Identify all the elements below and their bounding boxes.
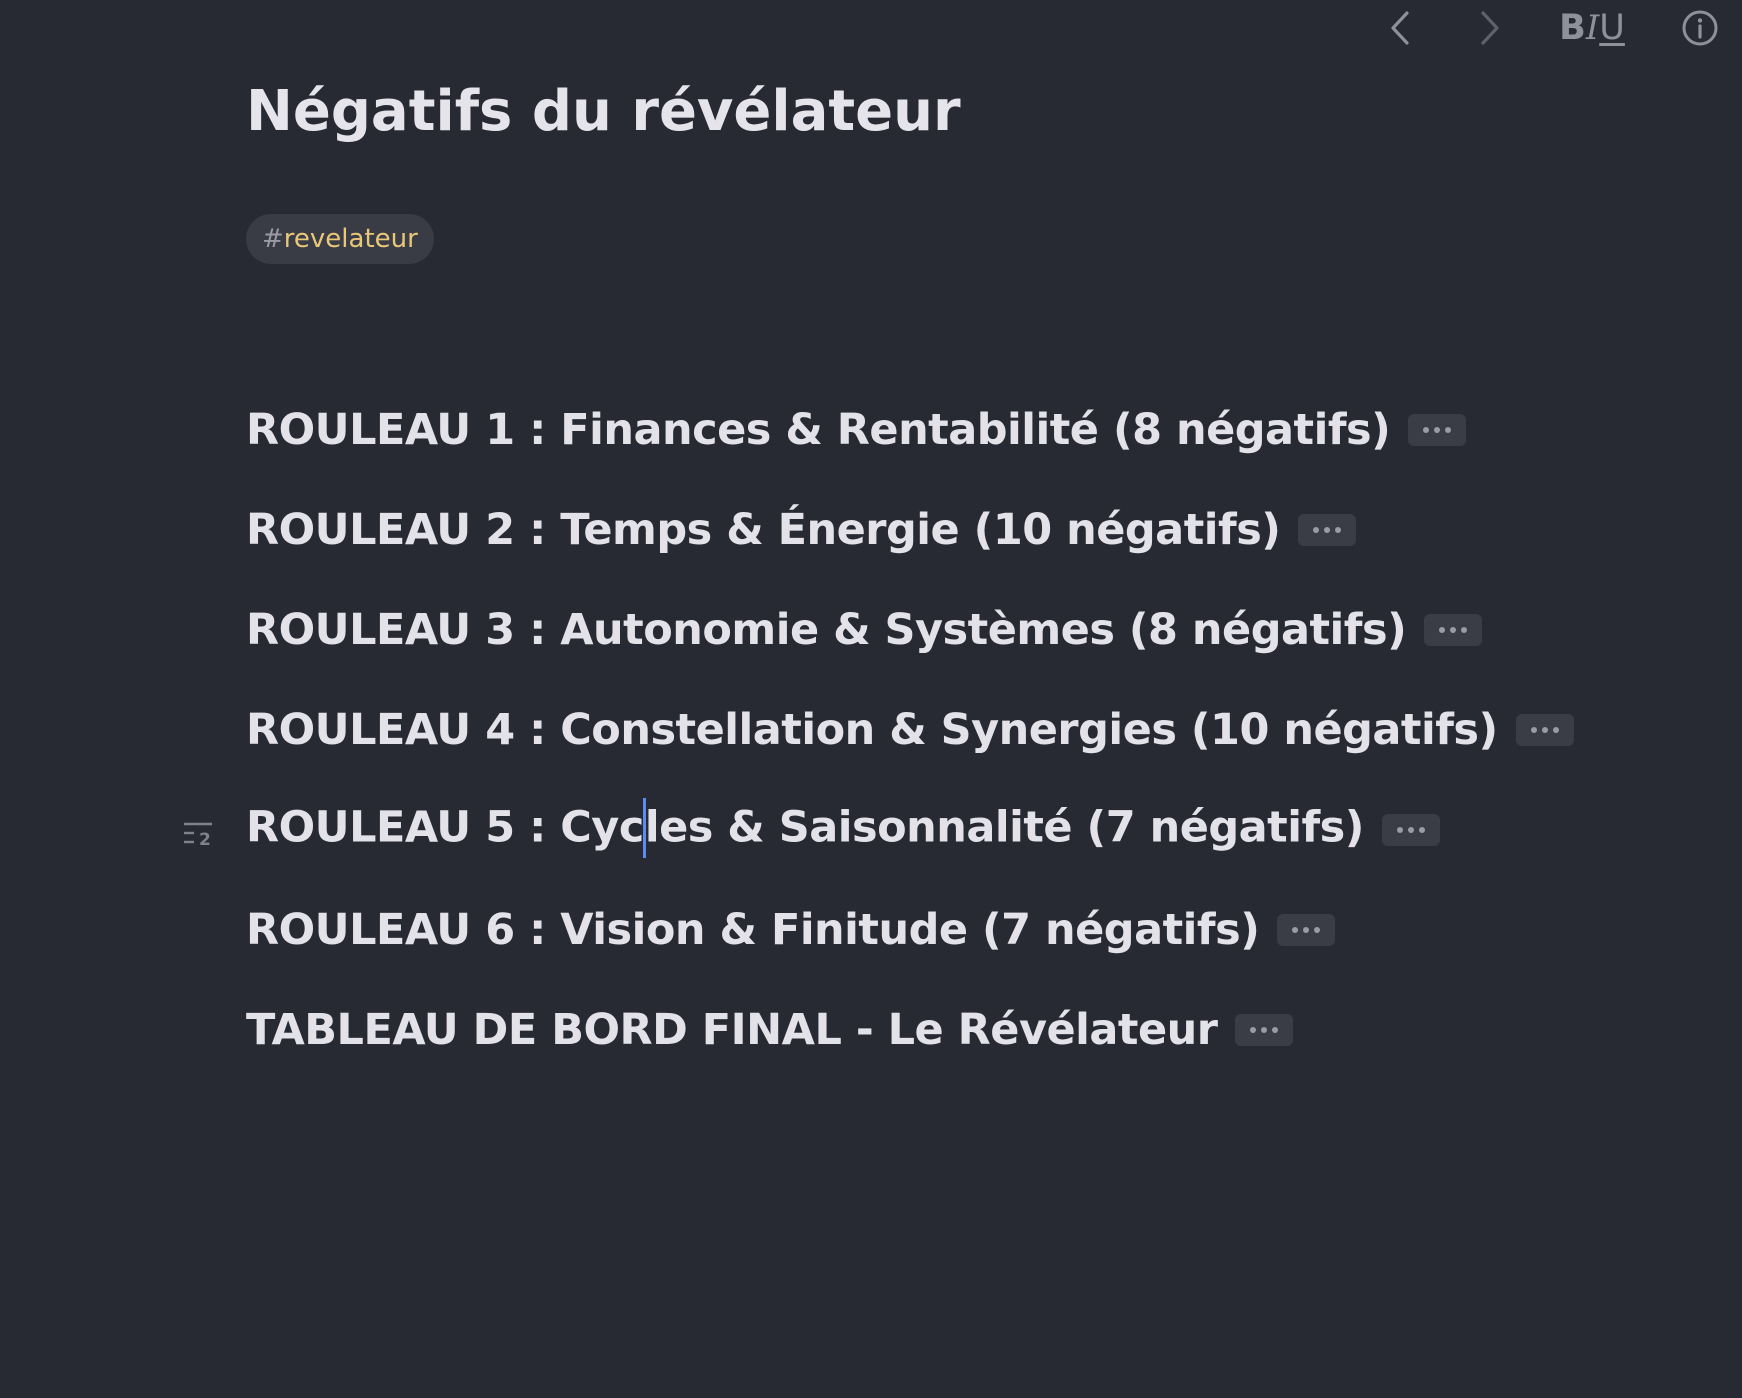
heading-text[interactable]: ROULEAU 5 : Cycles & Saisonnalité (7 nég…	[246, 798, 1365, 860]
dot	[1530, 727, 1537, 733]
dot	[1552, 727, 1559, 733]
heading-text-after-cursor: les & Saisonnalité (7 négatifs)	[644, 802, 1365, 853]
folded-content-indicator[interactable]	[1298, 514, 1357, 546]
heading-level-button[interactable]: 2	[182, 818, 216, 852]
dot	[1335, 527, 1342, 533]
folded-content-indicator[interactable]	[1235, 1014, 1294, 1046]
heading-text[interactable]: ROULEAU 3 : Autonomie & Systèmes (8 néga…	[246, 605, 1407, 655]
dot	[1292, 927, 1299, 933]
underline-glyph: U	[1599, 8, 1625, 48]
folded-content-indicator[interactable]	[1277, 914, 1336, 946]
tag-label: revelateur	[283, 224, 418, 254]
heading-row[interactable]: ROULEAU 3 : Autonomie & Systèmes (8 néga…	[246, 600, 1483, 660]
chevron-left-icon	[1391, 11, 1409, 45]
tag-revelateur[interactable]: # revelateur	[246, 214, 434, 264]
heading-text[interactable]: ROULEAU 4 : Constellation & Synergies (1…	[246, 705, 1498, 755]
dot	[1313, 527, 1320, 533]
folded-content-indicator[interactable]	[1381, 814, 1440, 846]
dot	[1272, 1027, 1279, 1033]
tag-hash: #	[262, 224, 284, 254]
forward-button[interactable]	[1472, 6, 1508, 50]
info-button[interactable]	[1680, 8, 1720, 48]
text-format-button[interactable]: BIU	[1554, 4, 1630, 52]
heading-text[interactable]: ROULEAU 1 : Finances & Rentabilité (8 né…	[246, 405, 1391, 455]
heading-row[interactable]: TABLEAU DE BORD FINAL - Le Révélateur	[246, 1000, 1294, 1060]
chevron-right-icon	[1481, 11, 1499, 45]
italic-glyph: I	[1585, 8, 1600, 48]
heading-row[interactable]: ROULEAU 6 : Vision & Finitude (7 négatif…	[246, 900, 1336, 960]
text-cursor	[642, 798, 646, 858]
dot	[1445, 427, 1452, 433]
dot	[1407, 827, 1414, 833]
bold-glyph: B	[1559, 8, 1586, 48]
dot	[1450, 627, 1457, 633]
dot	[1423, 427, 1430, 433]
dot	[1434, 427, 1441, 433]
dot	[1314, 927, 1321, 933]
folded-content-indicator[interactable]	[1515, 714, 1574, 746]
dot	[1541, 727, 1548, 733]
heading-row[interactable]: ROULEAU 2 : Temps & Énergie (10 négatifs…	[246, 500, 1357, 560]
folded-content-indicator[interactable]	[1424, 614, 1483, 646]
heading-text-before-cursor: ROULEAU 5 : Cyc	[246, 802, 644, 853]
dot	[1396, 827, 1403, 833]
folded-content-indicator[interactable]	[1408, 414, 1467, 446]
dot	[1250, 1027, 1257, 1033]
dot	[1261, 1027, 1268, 1033]
heading-text[interactable]: ROULEAU 6 : Vision & Finitude (7 négatif…	[246, 905, 1260, 955]
heading-level-number: 2	[199, 830, 211, 850]
heading-text[interactable]: ROULEAU 2 : Temps & Énergie (10 négatifs…	[246, 505, 1281, 555]
heading-row-active[interactable]: ROULEAU 5 : Cycles & Saisonnalité (7 nég…	[246, 798, 1440, 860]
info-icon	[1682, 10, 1718, 46]
back-button[interactable]	[1382, 6, 1418, 50]
heading-row[interactable]: ROULEAU 4 : Constellation & Synergies (1…	[246, 700, 1574, 760]
dot	[1324, 527, 1331, 533]
heading-text[interactable]: TABLEAU DE BORD FINAL - Le Révélateur	[246, 1005, 1218, 1055]
dot	[1418, 827, 1425, 833]
heading-row[interactable]: ROULEAU 1 : Finances & Rentabilité (8 né…	[246, 400, 1467, 460]
dot	[1439, 627, 1446, 633]
dot	[1303, 927, 1310, 933]
heading-level-icon: 2	[184, 822, 212, 850]
note-title[interactable]: Négatifs du révélateur	[246, 78, 961, 145]
dot	[1461, 627, 1468, 633]
